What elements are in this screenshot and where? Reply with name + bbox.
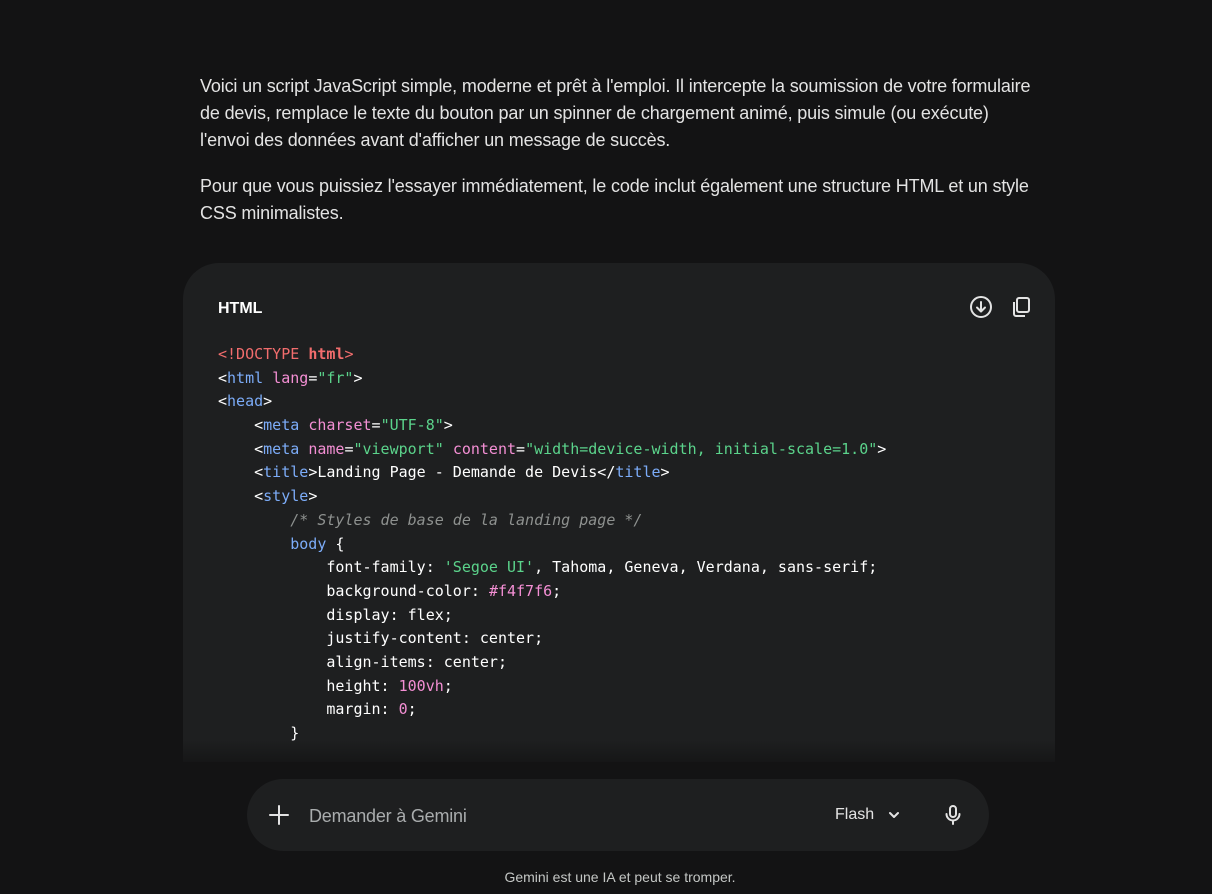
response-paragraph: Pour que vous puissiez l'essayer immédia…: [200, 176, 1029, 223]
code-token: meta: [263, 439, 300, 458]
code-token: >Landing Page - Demande de Devis</: [308, 463, 616, 482]
code-token: >: [877, 439, 887, 458]
code-token: <: [218, 463, 264, 482]
code-token: style: [263, 487, 309, 506]
code-token: "viewport": [353, 439, 444, 458]
code-token: content: [452, 439, 517, 458]
code-token: =: [371, 416, 381, 435]
code-token: title: [615, 463, 661, 482]
code-token: display: flex;: [218, 605, 453, 624]
code-token: <: [218, 368, 228, 387]
code-line: <meta charset="UTF-8">: [218, 414, 886, 438]
code-token: >: [344, 345, 354, 363]
code-token: body: [290, 534, 327, 553]
code-token: head: [227, 392, 264, 411]
code-token: margin:: [218, 700, 399, 719]
code-token: >: [308, 487, 318, 506]
code-line: <style>: [218, 485, 886, 509]
code-token: {: [326, 534, 345, 553]
code-line: align-items: center;: [218, 651, 886, 675]
code-token: "width=device-width, initial-scale=1.0": [525, 439, 878, 458]
code-token: justify-content: center;: [218, 629, 544, 648]
chevron-down-icon: [889, 812, 900, 818]
code-line: margin: 0;: [218, 698, 886, 722]
code-line: height: 100vh;: [218, 675, 886, 699]
code-token: , Tahoma, Geneva, Verdana, sans-serif;: [534, 558, 878, 577]
code-token: background-color:: [218, 581, 489, 600]
code-token: "UTF-8": [380, 416, 444, 435]
code-line: <head>: [218, 390, 886, 414]
code-line: font-family: 'Segoe UI', Tahoma, Geneva,…: [218, 556, 886, 580]
code-token: font-family:: [218, 558, 444, 577]
copy-button[interactable]: [1009, 295, 1033, 319]
microphone-button[interactable]: [941, 803, 965, 827]
code-line: display: flex;: [218, 604, 886, 628]
code-line: background-color: #f4f7f6;: [218, 580, 886, 604]
copy-icon: [1013, 297, 1030, 317]
code-token: >: [443, 416, 453, 435]
code-token: html: [227, 368, 264, 387]
code-token: meta: [263, 416, 300, 435]
model-selector[interactable]: Flash: [835, 801, 902, 829]
plus-icon: [269, 805, 289, 825]
code-actions: [969, 295, 1033, 319]
code-token: ;: [407, 700, 417, 719]
code-token: name: [308, 439, 345, 458]
response-paragraph: Voici un script JavaScript simple, moder…: [200, 76, 1031, 150]
download-button[interactable]: [969, 295, 993, 319]
code-token: title: [263, 463, 309, 482]
code-token: lang: [272, 368, 309, 387]
code-token: >: [263, 392, 273, 411]
code-line: <meta name="viewport" content="width=dev…: [218, 438, 886, 462]
code-token: /* Styles de base de la landing page */: [290, 510, 643, 529]
code-token: <: [218, 416, 264, 435]
code-token: "fr": [317, 368, 354, 387]
code-token: html: [308, 345, 345, 363]
code-line: <html lang="fr">: [218, 367, 886, 391]
code-token: align-items: center;: [218, 652, 507, 671]
response-text: Voici un script JavaScript simple, moder…: [200, 73, 1040, 246]
code-token: charset: [308, 416, 372, 435]
code-token: ;: [443, 676, 453, 695]
code-line: justify-content: center;: [218, 627, 886, 651]
code-token: >: [353, 368, 363, 387]
code-token: 100vh: [398, 676, 444, 695]
prompt-composer: Flash: [247, 779, 989, 851]
download-circle-icon: [970, 296, 992, 318]
code-token: height:: [218, 676, 399, 695]
add-attachment-button[interactable]: [267, 803, 291, 827]
code-token: ;: [552, 581, 562, 600]
model-label: Flash: [835, 806, 875, 823]
code-token: 'Segoe UI': [443, 558, 535, 577]
prompt-input[interactable]: [307, 799, 791, 833]
code-token: <!DOCTYPE: [218, 345, 309, 363]
code-token: >: [660, 463, 670, 482]
code-token: #f4f7f6: [488, 581, 553, 600]
code-block-header: HTML: [218, 296, 1033, 323]
code-line: <title>Landing Page - Demande de Devis</…: [218, 461, 886, 485]
code-line: <!DOCTYPE html>: [218, 343, 886, 367]
code-language-label: HTML: [218, 300, 263, 317]
chat-page: Voici un script JavaScript simple, moder…: [0, 0, 1212, 894]
code-content: <!DOCTYPE html> <html lang="fr"> <head> <m…: [218, 343, 886, 746]
code-token: =: [308, 368, 318, 387]
code-token: <: [218, 392, 228, 411]
disclaimer-text: Gemini est une IA et peut se tromper.: [504, 869, 736, 885]
mic-icon: [945, 805, 961, 825]
code-token: 0: [398, 700, 408, 719]
code-line: /* Styles de base de la landing page */: [218, 509, 886, 533]
code-token: =: [516, 439, 526, 458]
code-token: <: [218, 487, 264, 506]
code-line: body {: [218, 533, 886, 557]
code-token: <: [218, 439, 264, 458]
